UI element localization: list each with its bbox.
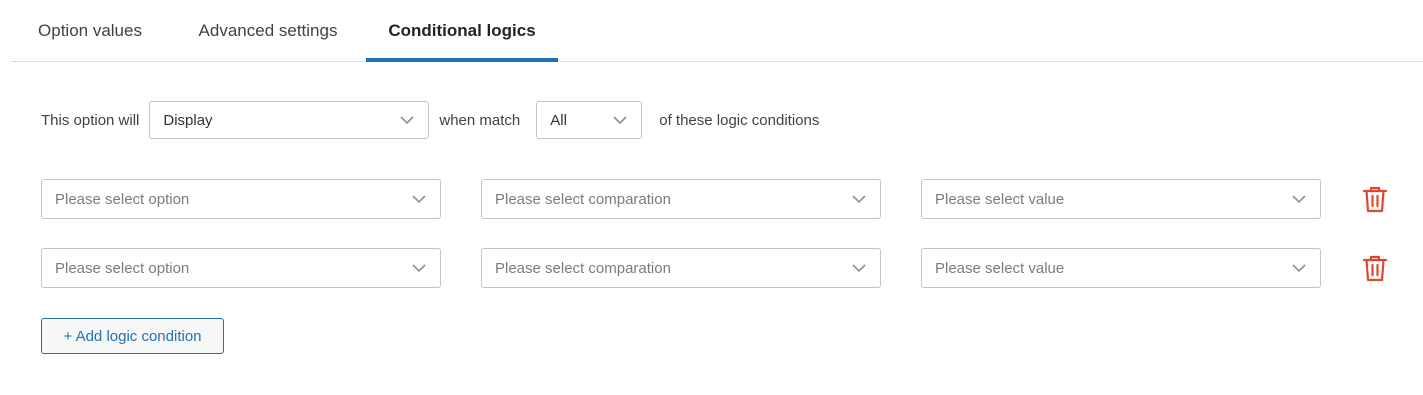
value-select[interactable]: Please select value [921, 248, 1321, 288]
trash-icon[interactable] [1362, 185, 1388, 213]
action-select[interactable]: Display [149, 101, 430, 139]
trash-icon[interactable] [1362, 254, 1388, 282]
tab-bar: Option values Advanced settings Conditio… [11, 0, 1423, 62]
rule-sentence: This option will Display when match All … [41, 101, 819, 139]
chevron-down-icon [412, 264, 426, 272]
chevron-down-icon [1292, 195, 1306, 203]
comparation-select[interactable]: Please select comparation [481, 179, 881, 219]
option-select[interactable]: Please select option [41, 179, 441, 219]
chevron-down-icon [852, 195, 866, 203]
rule-prefix-label: This option will [41, 111, 140, 129]
option-select[interactable]: Please select option [41, 248, 441, 288]
chevron-down-icon [1292, 264, 1306, 272]
chevron-down-icon [613, 116, 627, 124]
comparation-select-placeholder: Please select comparation [495, 259, 671, 277]
option-select-placeholder: Please select option [55, 259, 190, 277]
comparation-select[interactable]: Please select comparation [481, 248, 881, 288]
match-select-value: All [550, 111, 567, 129]
tab-advanced-settings[interactable]: Advanced settings [184, 0, 352, 61]
value-select-placeholder: Please select value [935, 190, 1065, 208]
option-select-placeholder: Please select option [55, 190, 190, 208]
chevron-down-icon [852, 264, 866, 272]
comparation-select-placeholder: Please select comparation [495, 190, 671, 208]
action-select-value: Display [163, 111, 213, 129]
add-logic-condition-button[interactable]: + Add logic condition [41, 318, 224, 354]
condition-row: Please select option Please select compa… [41, 179, 1401, 219]
value-select-placeholder: Please select value [935, 259, 1065, 277]
chevron-down-icon [400, 116, 414, 124]
rule-middle-label: when match [439, 111, 521, 129]
chevron-down-icon [412, 195, 426, 203]
value-select[interactable]: Please select value [921, 179, 1321, 219]
condition-row: Please select option Please select compa… [41, 248, 1401, 288]
match-select[interactable]: All [536, 101, 643, 139]
tab-option-values[interactable]: Option values [11, 0, 169, 61]
tab-conditional-logics[interactable]: Conditional logics [366, 0, 558, 62]
rule-suffix-label: of these logic conditions [659, 111, 820, 129]
